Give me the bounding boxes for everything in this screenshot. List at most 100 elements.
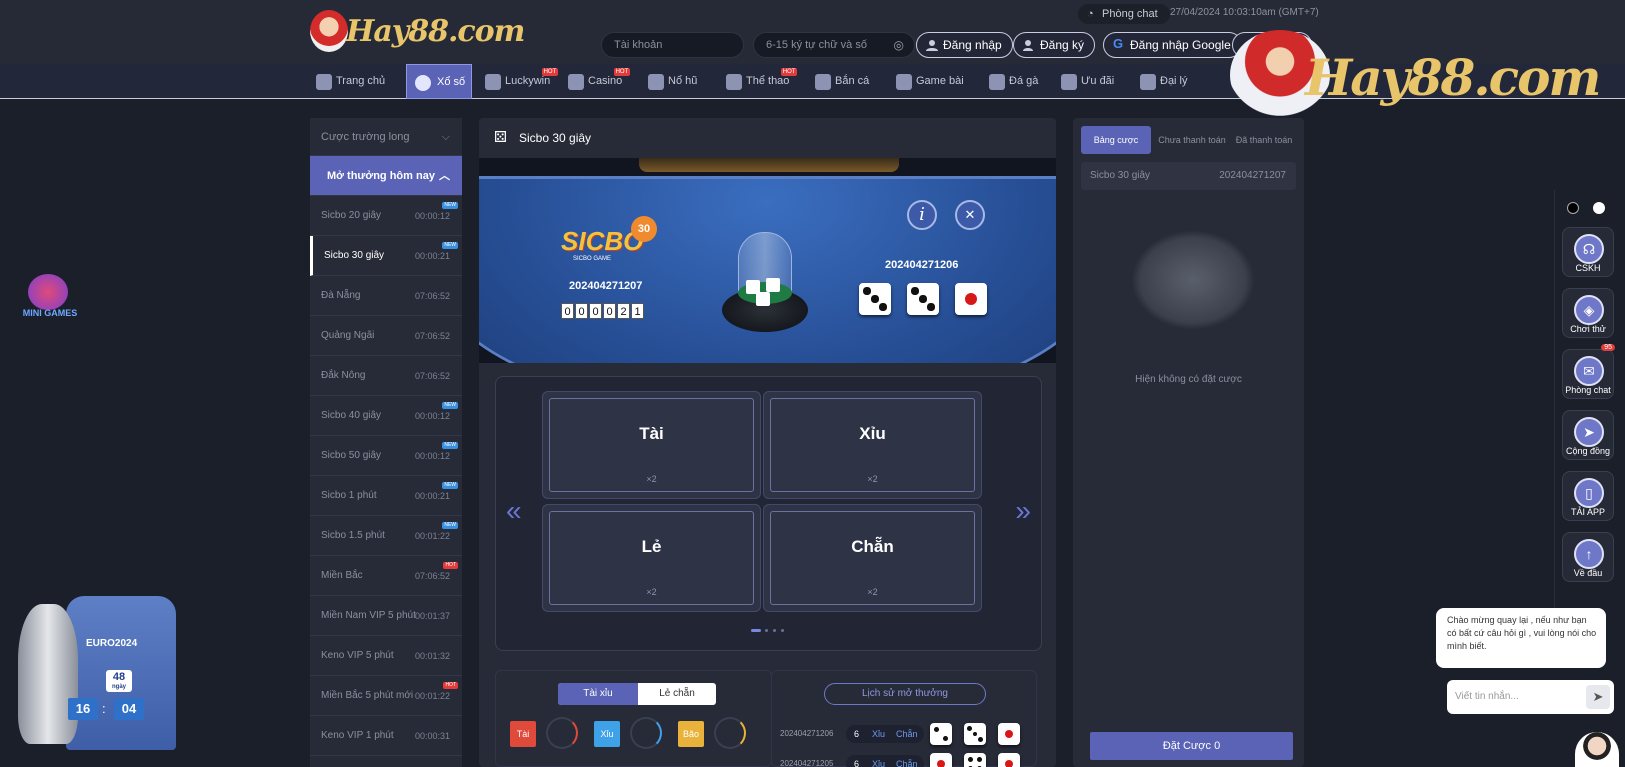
draw-item[interactable]: Đà Nẵng 07:06:52 — [310, 276, 462, 316]
draw-item[interactable]: Sicbo 30 giây 00:00:21 NEW — [310, 236, 462, 276]
nav-item[interactable]: Casino HOT — [566, 64, 631, 99]
dark-theme-toggle[interactable] — [1567, 202, 1579, 214]
game-panel: ⚄ Sicbo 30 giây SICBO 30 SICBO GAME 2024… — [479, 118, 1056, 767]
draw-item[interactable]: Miền Bắc 07:06:52 HOT — [310, 556, 462, 596]
pagination-dots[interactable] — [751, 629, 791, 633]
clock: 27/04/2024 10:03:10am (GMT+7) — [1170, 7, 1319, 18]
float-gamepad-button[interactable]: ◈ Chơi thử — [1562, 288, 1614, 338]
draw-item[interactable]: Sicbo 1 phút 00:00:21 NEW — [310, 476, 462, 516]
countdown-digit: 1 — [631, 303, 644, 319]
place-bet-button[interactable]: Đặt Cược 0 — [1090, 732, 1293, 760]
mini-games-widget[interactable]: MINI GAMES — [20, 274, 80, 324]
trend-tabs: Tài xỉu Lẻ chẵn — [558, 683, 716, 705]
float-headset-button[interactable]: ☊ CSKH — [1562, 227, 1614, 277]
euro-promo[interactable]: EURO2024 48 ngày 16 : 04 — [16, 596, 176, 750]
die-icon — [766, 278, 780, 292]
history-button[interactable]: Lịch sử mở thưởng — [824, 683, 986, 705]
tab-tai-xiu[interactable]: Tài xỉu — [558, 683, 638, 705]
arrow-up-icon: ↑ — [1574, 539, 1604, 569]
nav-icon — [726, 74, 742, 90]
draw-item[interactable]: Sicbo 1.5 phút 00:01:22 NEW — [310, 516, 462, 556]
password-input[interactable]: 6-15 ký tự chữ và số ◎ — [753, 32, 915, 58]
nav-item[interactable]: Thể thao HOT — [724, 64, 798, 99]
nav-icon — [1061, 74, 1077, 90]
draw-item[interactable]: Sicbo 20 giây 00:00:12 NEW — [310, 196, 462, 236]
chevron-left-icon[interactable]: « — [506, 495, 522, 527]
item-badge: NEW — [442, 242, 458, 249]
chevron-right-icon[interactable]: » — [1015, 495, 1031, 527]
nav-item[interactable]: Bắn cá — [813, 64, 869, 99]
history-panel: Lịch sử mở thưởng 202404271206 6 Xỉu Chẵn 20… — [771, 670, 1037, 767]
bet-slip-tab[interactable]: Bảng cược — [1081, 126, 1151, 154]
nav-item[interactable]: Ưu đãi — [1059, 64, 1114, 99]
chat-input[interactable]: Viết tin nhắn... ➤ — [1447, 680, 1614, 714]
lottery-sidebar: Cược trường long ⌵ Mở thưởng hôm nay ︿ Sic… — [310, 118, 462, 767]
bet-option[interactable]: Lẻ ×2 — [542, 504, 761, 612]
support-avatar[interactable] — [1575, 732, 1619, 767]
nav-item[interactable]: Luckywin HOT — [483, 64, 559, 99]
draw-item[interactable]: Miền Nam VIP 5 phút 00:01:37 — [310, 596, 462, 636]
bet-slip-game: Sicbo 30 giây 202404271207 — [1081, 162, 1296, 190]
trend-label[interactable]: Tài — [510, 721, 536, 747]
bet-slip-tab[interactable]: Đã thanh toán — [1231, 126, 1297, 154]
send-icon[interactable]: ➤ — [1586, 685, 1610, 709]
trend-label[interactable]: Xỉu — [594, 721, 620, 747]
die-face — [998, 723, 1020, 745]
bet-option[interactable]: Chẵn ×2 — [763, 504, 982, 612]
nav-item[interactable]: Đại lý — [1138, 64, 1188, 99]
die-face — [859, 283, 891, 315]
unread-badge: 95 — [1601, 344, 1615, 351]
mascot-icon — [310, 10, 348, 52]
info-icon[interactable]: i — [907, 200, 937, 230]
draw-item[interactable]: Keno VIP 5 phút 00:01:32 — [310, 636, 462, 676]
tab-le-chan[interactable]: Lẻ chẵn — [638, 683, 716, 705]
draw-item[interactable]: Miền Bắc 5 phút mới 00:01:22 HOT — [310, 676, 462, 716]
nav-item[interactable]: Đá gà — [987, 64, 1038, 99]
float-phone-button[interactable]: ▯ TẢI APP — [1562, 471, 1614, 521]
draw-item[interactable]: Sicbo 40 giây 00:00:12 NEW — [310, 396, 462, 436]
chevron-up-icon: ︿ — [439, 170, 450, 182]
bet-option[interactable]: Xỉu ×2 — [763, 391, 982, 499]
game-title: ⚄ Sicbo 30 giây — [479, 118, 1056, 158]
light-theme-toggle[interactable] — [1593, 202, 1605, 214]
chat-room-link[interactable]: ◔ Phòng chat — [1078, 4, 1170, 24]
section-today-draws[interactable]: Mở thưởng hôm nay ︿ — [310, 156, 462, 196]
gamepad-icon: ◈ — [1574, 295, 1604, 325]
trend-ring — [630, 717, 662, 749]
section-long-dragon[interactable]: Cược trường long ⌵ — [310, 118, 462, 156]
draw-item[interactable]: Quảng Ngãi 07:06:52 — [310, 316, 462, 356]
brand-logo[interactable]: Hay88.com — [310, 8, 525, 54]
google-login-button[interactable]: G Đăng nhập Google — [1103, 32, 1242, 58]
nav-icon — [896, 74, 912, 90]
draw-item[interactable]: Sicbo 50 giây 00:00:12 NEW — [310, 436, 462, 476]
brand-banner: Hay88.com — [1305, 48, 1601, 107]
hot-badge: HOT — [613, 68, 631, 76]
empty-box-icon — [1131, 230, 1255, 330]
mute-icon[interactable]: ✕ — [955, 200, 985, 230]
trend-label[interactable]: Bão — [678, 721, 704, 747]
account-input[interactable]: Tài khoản — [601, 32, 744, 58]
history-row: 202404271206 6 Xỉu Chẵn — [772, 723, 1034, 749]
draw-item[interactable]: Đắk Nông 07:06:52 — [310, 356, 462, 396]
nav-item[interactable]: Trang chủ — [314, 64, 385, 99]
float-chat-button[interactable]: ✉ Phòng chat 95 — [1562, 344, 1615, 399]
trend-ring — [546, 717, 578, 749]
chat-icon: ✉ — [1574, 356, 1604, 386]
nav-item[interactable]: Game bài — [894, 64, 964, 99]
login-button[interactable]: Đăng nhập — [916, 32, 1013, 58]
float-arrow-up-button[interactable]: ↑ Về đầu — [1562, 532, 1614, 582]
current-period: 202404271207 — [569, 280, 643, 292]
bet-slip-tab[interactable]: Chưa thanh toán — [1153, 126, 1231, 154]
countdown-digit: 2 — [617, 303, 630, 319]
float-send-button[interactable]: ➤ Cộng đồng — [1562, 410, 1614, 460]
bet-option[interactable]: Tài ×2 — [542, 391, 761, 499]
nav-item[interactable]: Nổ hũ — [646, 64, 697, 99]
register-button[interactable]: Đăng ký — [1013, 32, 1096, 58]
eye-off-icon[interactable]: ◎ — [894, 33, 904, 57]
last-result-dice — [859, 283, 999, 317]
draw-item[interactable]: Keno VIP 1 phút 00:00:31 — [310, 716, 462, 756]
nav-item[interactable]: Xổ số — [406, 64, 472, 99]
send-icon: ➤ — [1574, 417, 1604, 447]
item-badge: NEW — [442, 202, 458, 209]
chevron-down-icon: ⌵ — [441, 131, 450, 143]
